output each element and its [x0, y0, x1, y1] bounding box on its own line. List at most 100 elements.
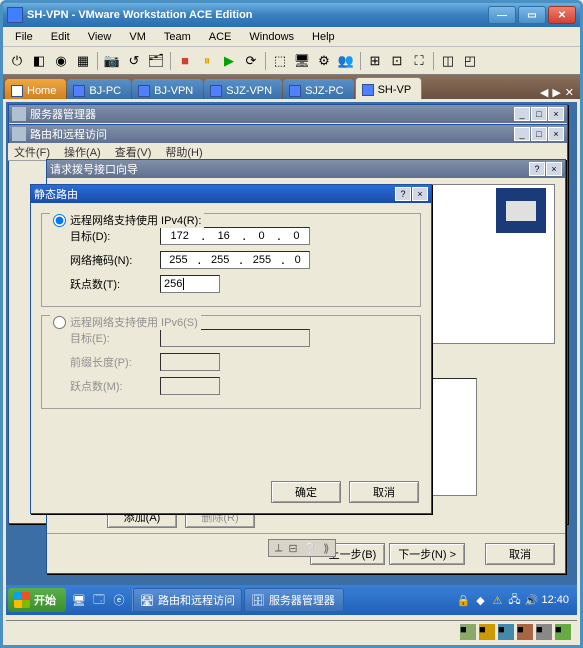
ql-explorer-icon[interactable]: 🗔	[90, 590, 108, 610]
status-grab-icon[interactable]: ■	[555, 624, 571, 640]
tool-h[interactable]: ◫	[438, 51, 458, 71]
ipv6-radio[interactable]	[53, 316, 66, 329]
vmware-mini-toolbar[interactable]: ⟂ ⊟ ❔ ⟫	[268, 539, 336, 557]
tool-pause[interactable]: ⏸	[197, 51, 217, 71]
tab-home[interactable]: Home	[5, 79, 66, 99]
menu-help[interactable]: Help	[304, 29, 343, 45]
windows-flag-icon	[14, 592, 30, 608]
menu-ace[interactable]: ACE	[201, 29, 240, 45]
home-icon	[11, 85, 23, 97]
vm-icon	[138, 85, 150, 97]
prefix-label: 前缀长度(P):	[70, 354, 160, 370]
menu-view[interactable]: View	[80, 29, 120, 45]
pin-icon[interactable]: ⟂	[275, 542, 282, 555]
tool-power[interactable]: ⏻	[7, 51, 27, 71]
cancel-button[interactable]: 取消	[349, 481, 419, 503]
start-button[interactable]: 开始	[8, 588, 66, 612]
tab-sjz-vpn[interactable]: SJZ-VPN	[204, 79, 282, 99]
tool-f[interactable]: ⊡	[387, 51, 407, 71]
tool-revert[interactable]: ↺	[124, 51, 144, 71]
tab-sjz-pc[interactable]: SJZ-PC	[283, 79, 354, 99]
server-icon	[12, 107, 26, 121]
tray-icon[interactable]: ◆	[473, 593, 487, 607]
minimize-button[interactable]: —	[488, 6, 516, 24]
chevron-right-icon[interactable]: ▶	[552, 86, 560, 99]
cancel-button[interactable]: 取消	[485, 543, 555, 565]
task-srvmgr[interactable]: 🗄服务器管理器	[244, 588, 344, 612]
tool-i[interactable]: ◰	[460, 51, 480, 71]
ql-desktop-icon[interactable]: 🖥	[70, 590, 88, 610]
menu-windows[interactable]: Windows	[241, 29, 302, 45]
tool-restart[interactable]: ⟳	[241, 51, 261, 71]
menu-team[interactable]: Team	[156, 29, 199, 45]
tray-icon[interactable]: ⚠	[490, 593, 504, 607]
tool-reset[interactable]: ◉	[51, 51, 71, 71]
tab-sh-vp[interactable]: SH-VP	[355, 77, 423, 99]
minimize-button[interactable]: _	[514, 127, 530, 141]
menu-file[interactable]: File	[7, 29, 41, 45]
close-button[interactable]: ×	[412, 187, 428, 201]
tool-suspend[interactable]: ◧	[29, 51, 49, 71]
chevron-left-icon[interactable]: ◀	[540, 86, 548, 99]
menu-view[interactable]: 查看(V)	[115, 144, 152, 160]
mask-label: 网络掩码(N):	[70, 252, 160, 268]
help-icon[interactable]: ❔	[304, 542, 318, 555]
status-net-icon[interactable]: ■	[498, 624, 514, 640]
tool-c[interactable]: ⚙	[314, 51, 334, 71]
status-hdd-icon[interactable]: ■	[460, 624, 476, 640]
close-button[interactable]: ×	[546, 162, 562, 176]
status-cd-icon[interactable]: ■	[479, 624, 495, 640]
server-icon: 🗄	[251, 594, 265, 607]
maximize-button[interactable]: □	[531, 127, 547, 141]
ql-ie-icon[interactable]: ⓔ	[110, 590, 128, 610]
menu-help[interactable]: 帮助(H)	[165, 144, 202, 160]
mask-input[interactable]: 255. 255. 255. 0	[160, 251, 310, 269]
close-button[interactable]: ×	[548, 127, 564, 141]
maximize-button[interactable]: ▭	[518, 6, 546, 24]
tool-a[interactable]: ⬚	[270, 51, 290, 71]
tool-grab[interactable]: ▦	[73, 51, 93, 71]
vm-icon	[289, 85, 301, 97]
tool-e[interactable]: ⊞	[365, 51, 385, 71]
tab-bj-vpn[interactable]: BJ-VPN	[132, 79, 203, 99]
vm-icon	[362, 84, 374, 96]
help-button[interactable]: ?	[395, 187, 411, 201]
tab-bj-pc[interactable]: BJ-PC	[67, 79, 131, 99]
tool-g[interactable]: ⛶	[409, 51, 429, 71]
expand-icon[interactable]: ⟫	[323, 542, 329, 555]
tool-b[interactable]: 🖥	[292, 51, 312, 71]
tool-snapshot[interactable]: 📷	[102, 51, 122, 71]
dest-input[interactable]: 172. 16. 0. 0	[160, 227, 310, 245]
tray-network-icon[interactable]: 🖧	[507, 593, 521, 607]
menu-edit[interactable]: Edit	[43, 29, 78, 45]
close-button[interactable]: ×	[548, 107, 564, 121]
tray-icon[interactable]: 🔒	[456, 593, 470, 607]
tab-scroll[interactable]: ◀ ▶ ✕	[536, 86, 578, 99]
tab-close-icon[interactable]: ✕	[565, 86, 574, 99]
minimize-button[interactable]: _	[514, 107, 530, 121]
tray-volume-icon[interactable]: 🔊	[524, 593, 538, 607]
status-usb-icon[interactable]: ■	[517, 624, 533, 640]
ok-button[interactable]: 确定	[271, 481, 341, 503]
status-sound-icon[interactable]: ■	[536, 624, 552, 640]
help-button[interactable]: ?	[529, 162, 545, 176]
maximize-button[interactable]: □	[531, 107, 547, 121]
routing-icon: 🛣	[140, 594, 154, 607]
app-icon	[7, 7, 23, 23]
ipv4-radio[interactable]	[53, 214, 66, 227]
clock[interactable]: 12:40	[541, 594, 569, 606]
menu-op[interactable]: 操作(A)	[64, 144, 101, 160]
task-routing[interactable]: 🛣路由和远程访问	[133, 588, 242, 612]
disk-icon[interactable]: ⊟	[288, 542, 297, 555]
tool-stop[interactable]: ■	[175, 51, 195, 71]
tool-play[interactable]: ▶	[219, 51, 239, 71]
tool-manage[interactable]: 🗂	[146, 51, 166, 71]
next-button[interactable]: 下一步(N) >	[389, 543, 465, 565]
tool-d[interactable]: 👥	[336, 51, 356, 71]
menu-file[interactable]: 文件(F)	[14, 144, 50, 160]
metric-input[interactable]: 256	[160, 275, 220, 293]
menu-vm[interactable]: VM	[121, 29, 154, 45]
close-button[interactable]: ✕	[548, 6, 576, 24]
metric-label: 跃点数(T):	[70, 276, 160, 292]
vm-icon	[73, 85, 85, 97]
